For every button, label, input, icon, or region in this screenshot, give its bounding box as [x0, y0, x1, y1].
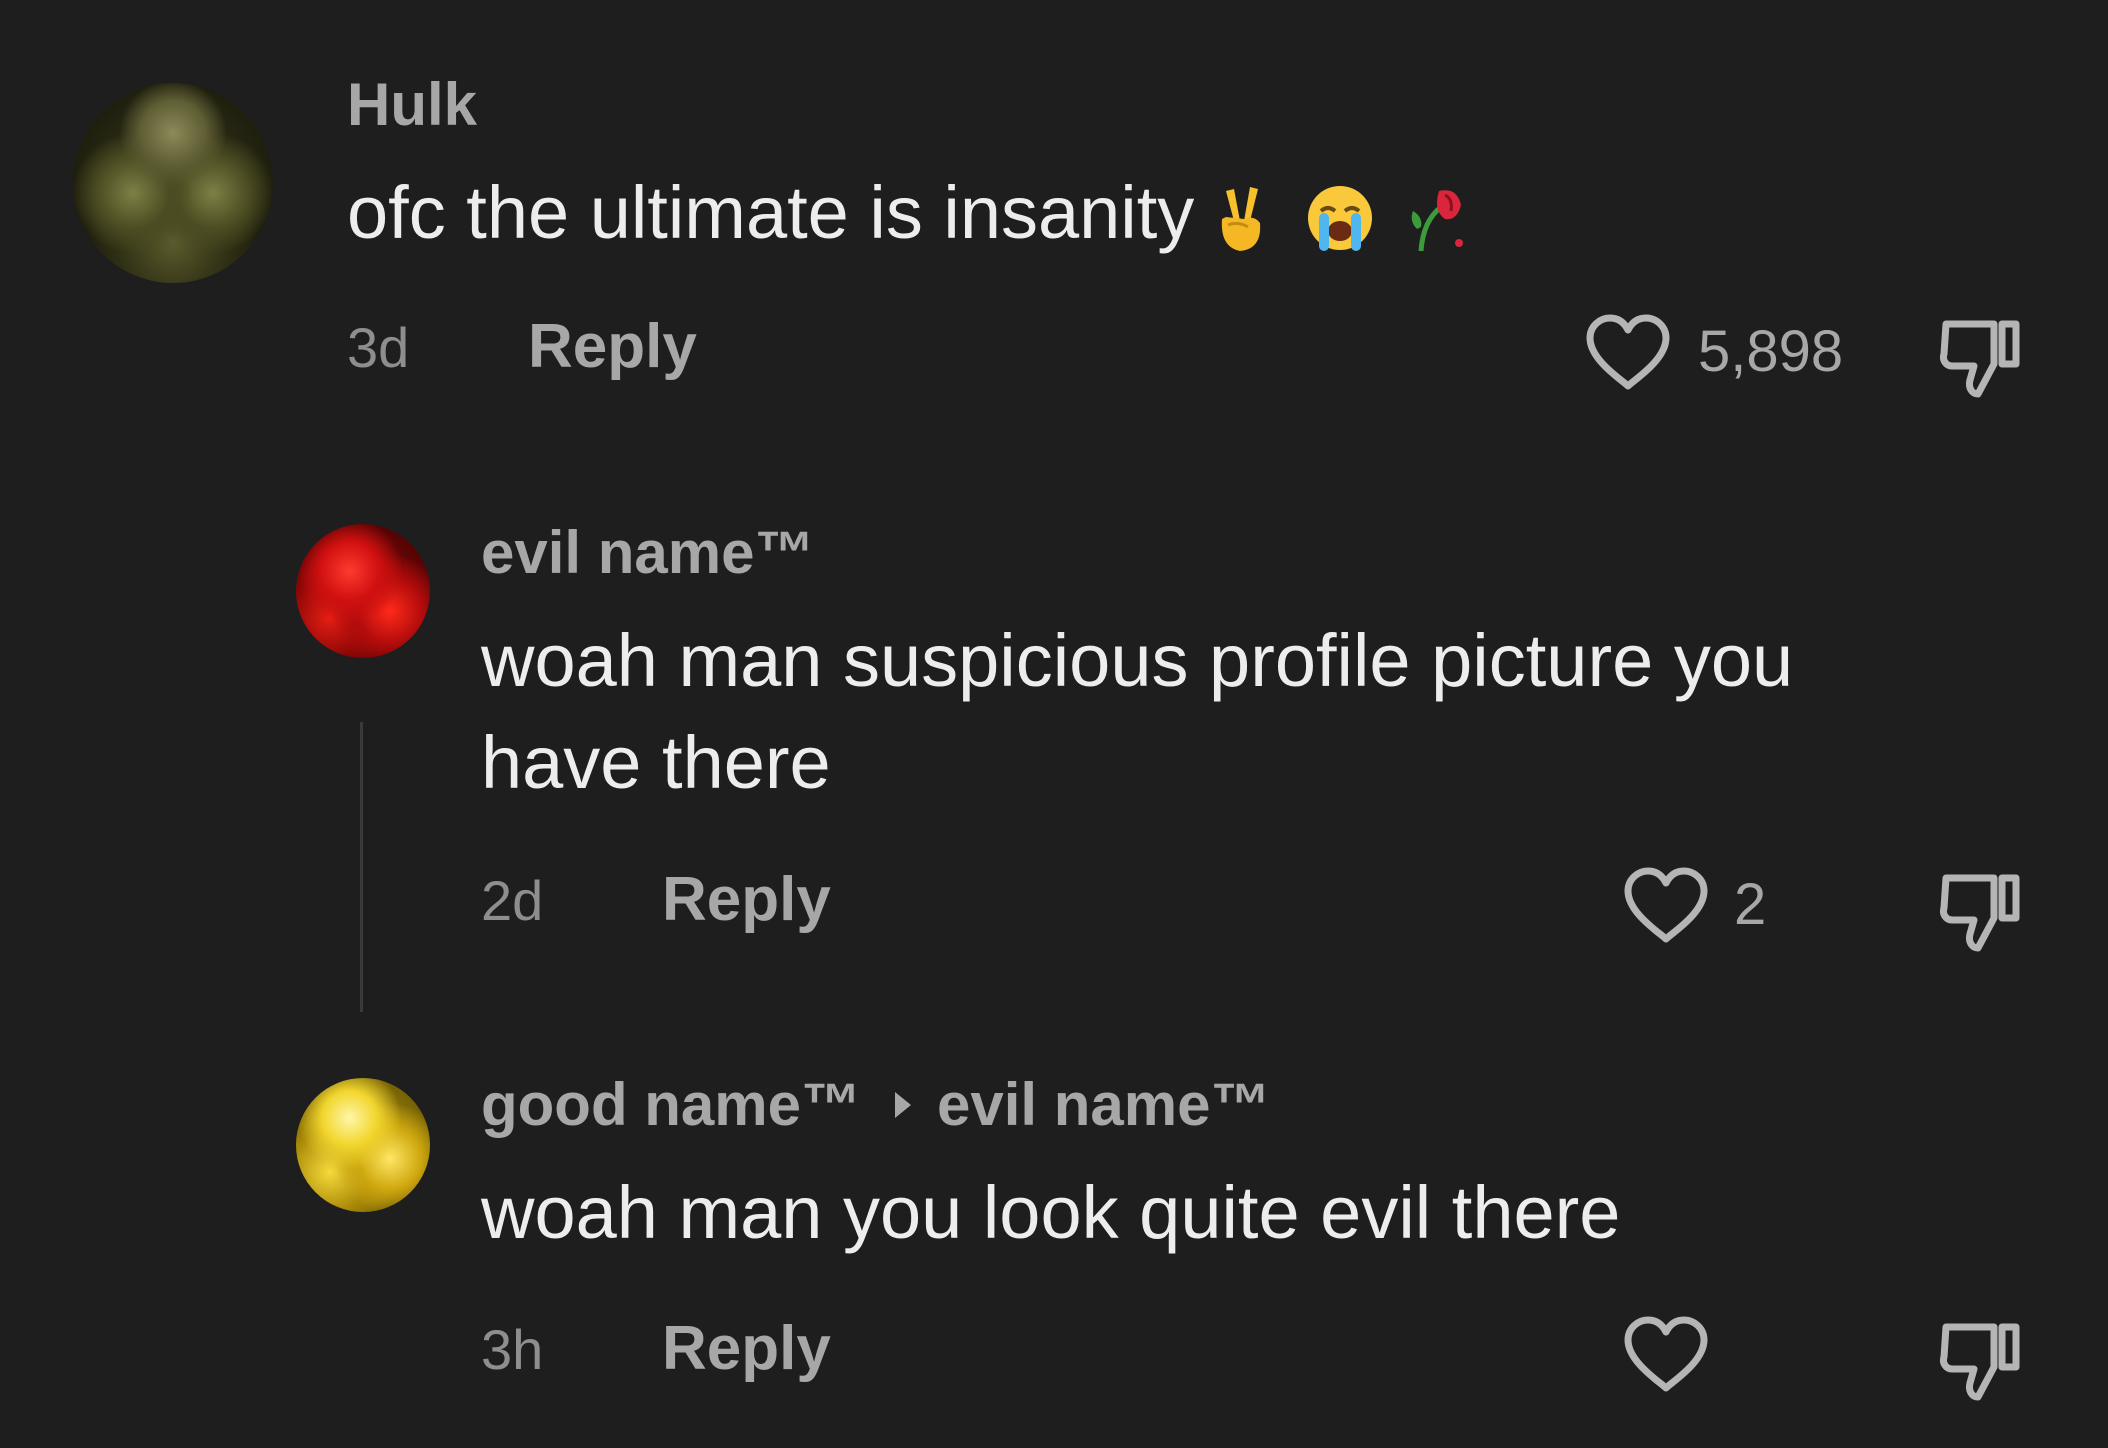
comment-text: woah man you look quite evil there	[481, 1162, 1620, 1264]
avatar[interactable]	[296, 524, 430, 658]
reply-to-arrow-icon	[895, 1092, 912, 1119]
thumbs-down-icon	[1940, 1323, 2020, 1401]
thumbs-down-icon	[1940, 874, 2020, 952]
comment-username[interactable]: good name™	[481, 1071, 861, 1138]
victory-hand-emoji-icon	[1222, 186, 1261, 251]
like-button[interactable]	[1620, 1314, 1712, 1394]
reply-button[interactable]: Reply	[528, 316, 697, 378]
like-count: 2	[1734, 872, 1767, 937]
thumbs-down-icon	[1940, 320, 2020, 398]
comment-username[interactable]: Hulk	[347, 75, 477, 135]
heart-icon	[1624, 1316, 1708, 1392]
comment-text-content: ofc the ultimate is insanity	[347, 171, 1195, 254]
like-count: 5,898	[1698, 319, 1844, 384]
thread-connector-line	[360, 722, 363, 1012]
comment-text: ofc the ultimate is insanity	[347, 162, 1479, 269]
comment-username[interactable]: evil name™	[481, 523, 815, 583]
emoji-group	[1204, 161, 1479, 263]
dislike-button[interactable]	[1932, 864, 2028, 954]
like-button[interactable]	[1620, 865, 1712, 945]
avatar[interactable]	[296, 1078, 430, 1212]
comment-username-row: good name™ evil name™	[481, 1075, 1271, 1135]
loudly-crying-face-emoji-icon	[1307, 185, 1372, 251]
avatar[interactable]	[73, 83, 273, 283]
comment-timestamp: 3h	[481, 1318, 544, 1381]
comment-timestamp: 2d	[481, 869, 544, 932]
heart-icon	[1586, 314, 1670, 390]
heart-icon	[1624, 867, 1708, 943]
like-button[interactable]	[1582, 312, 1674, 392]
reply-button[interactable]: Reply	[662, 869, 831, 931]
dislike-button[interactable]	[1932, 310, 2028, 400]
comment-text-content: woah man you look quite evil there	[481, 1171, 1621, 1254]
comment-text-line: woah man suspicious profile picture you	[481, 619, 1794, 702]
wilted-flower-emoji-icon	[1412, 190, 1464, 252]
reply-to-username[interactable]: evil name™	[937, 1071, 1271, 1138]
comment-text: woah man suspicious profile picture you …	[481, 610, 1793, 814]
comment-timestamp: 3d	[347, 316, 410, 379]
reply-button[interactable]: Reply	[662, 1318, 831, 1380]
dislike-button[interactable]	[1932, 1313, 2028, 1403]
comment-text-line: have there	[481, 721, 831, 804]
